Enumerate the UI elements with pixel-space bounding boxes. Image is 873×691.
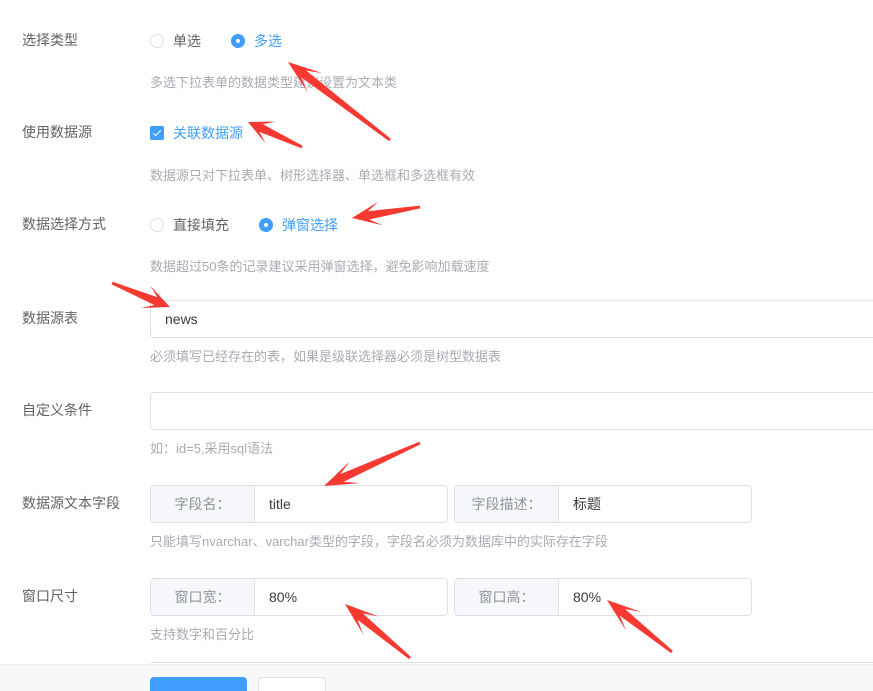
input-value: news bbox=[165, 311, 198, 327]
radio-group-select-mode[interactable]: 直接填充 弹窗选择 bbox=[150, 214, 873, 236]
hint-use-datasource: 数据源只对下拉表单、树形选择器、单选框和多选框有效 bbox=[150, 168, 476, 183]
content-select-type: 单选 多选 多选下拉表单的数据类型建议设置为文本类 bbox=[150, 30, 873, 92]
hint-select-mode: 数据超过50条的记录建议采用弹窗选择，避免影响加载速度 bbox=[150, 259, 490, 274]
checkbox-link-datasource[interactable]: 关联数据源 bbox=[150, 123, 243, 143]
hint-datasource-table: 必须填写已经存在的表，如果是级联选择器必须是树型数据表 bbox=[150, 349, 502, 364]
window-height-prepend-label: 窗口高： bbox=[455, 579, 559, 615]
checkbox-group-use-datasource[interactable]: 关联数据源 bbox=[150, 122, 873, 144]
content-select-mode: 直接填充 弹窗选择 数据超过50条的记录建议采用弹窗选择，避免影响加载速度 bbox=[150, 214, 873, 276]
field-desc-input[interactable]: 标题 bbox=[559, 486, 751, 522]
label-select-type: 选择类型 bbox=[22, 32, 78, 48]
hint-custom-condition: 如：id=5,采用sql语法 bbox=[150, 441, 274, 456]
settings-form-page: 选择类型 单选 多选 多选下拉表单的数据类型建议设置为文本类 使用数据源 关联数… bbox=[0, 0, 873, 691]
label-custom-condition: 自定义条件 bbox=[22, 402, 92, 418]
cancel-button[interactable] bbox=[258, 677, 326, 691]
radio-label: 多选 bbox=[254, 33, 282, 49]
window-width-input-group[interactable]: 窗口宽： 80% bbox=[150, 578, 448, 616]
radio-direct-fill[interactable]: 直接填充 bbox=[150, 215, 229, 235]
radio-circle-selected-icon bbox=[259, 218, 273, 232]
datasource-table-input[interactable]: news bbox=[150, 300, 873, 338]
radio-circle-selected-icon bbox=[231, 34, 245, 48]
label-use-datasource: 使用数据源 bbox=[22, 124, 92, 140]
content-custom-condition: 如：id=5,采用sql语法 bbox=[150, 392, 873, 458]
window-width-input[interactable]: 80% bbox=[255, 579, 447, 615]
label-window-size: 窗口尺寸 bbox=[22, 588, 78, 604]
radio-label: 弹窗选择 bbox=[282, 217, 338, 233]
hint-window-size: 支持数字和百分比 bbox=[150, 627, 255, 642]
radio-multi-select[interactable]: 多选 bbox=[231, 31, 282, 51]
text-field-input-pair: 字段名： title 字段描述： 标题 bbox=[150, 485, 873, 523]
field-name-input[interactable]: title bbox=[255, 486, 447, 522]
radio-popup-select[interactable]: 弹窗选择 bbox=[259, 215, 338, 235]
window-width-prepend-label: 窗口宽： bbox=[151, 579, 255, 615]
checkbox-label: 关联数据源 bbox=[173, 125, 243, 141]
window-size-input-pair: 窗口宽： 80% 窗口高： 80% bbox=[150, 578, 873, 616]
label-datasource-table: 数据源表 bbox=[22, 310, 78, 326]
field-desc-prepend-label: 字段描述： bbox=[455, 486, 559, 522]
input-value: 标题 bbox=[573, 496, 601, 512]
hint-select-type: 多选下拉表单的数据类型建议设置为文本类 bbox=[150, 75, 398, 90]
radio-circle-icon bbox=[150, 218, 164, 232]
window-height-input-group[interactable]: 窗口高： 80% bbox=[454, 578, 752, 616]
content-datasource-table: news 必须填写已经存在的表，如果是级联选择器必须是树型数据表 bbox=[150, 300, 873, 366]
input-value: 80% bbox=[573, 589, 602, 605]
checkmark-icon bbox=[150, 126, 164, 140]
custom-condition-input[interactable] bbox=[150, 392, 873, 430]
footer-bar bbox=[0, 664, 873, 691]
label-select-mode: 数据选择方式 bbox=[22, 216, 106, 232]
footer-actions bbox=[150, 677, 326, 691]
content-text-field: 字段名： title 字段描述： 标题 只能填写nvarchar、varchar… bbox=[150, 485, 873, 551]
input-value: 80% bbox=[269, 589, 298, 605]
window-height-input[interactable]: 80% bbox=[559, 579, 751, 615]
radio-label: 单选 bbox=[173, 33, 201, 49]
hint-text-field: 只能填写nvarchar、varchar类型的字段，字段名必须为数据库中的实际存… bbox=[150, 534, 608, 549]
radio-label: 直接填充 bbox=[173, 217, 229, 233]
radio-single-select[interactable]: 单选 bbox=[150, 31, 201, 51]
save-button[interactable] bbox=[150, 677, 247, 691]
field-desc-input-group[interactable]: 字段描述： 标题 bbox=[454, 485, 752, 523]
input-value: title bbox=[269, 496, 291, 512]
content-use-datasource: 关联数据源 数据源只对下拉表单、树形选择器、单选框和多选框有效 bbox=[150, 122, 873, 185]
field-name-prepend-label: 字段名： bbox=[151, 486, 255, 522]
label-text-field: 数据源文本字段 bbox=[22, 495, 120, 511]
field-name-input-group[interactable]: 字段名： title bbox=[150, 485, 448, 523]
radio-circle-icon bbox=[150, 34, 164, 48]
radio-group-select-type[interactable]: 单选 多选 bbox=[150, 30, 873, 52]
content-window-size: 窗口宽： 80% 窗口高： 80% 支持数字和百分比 bbox=[150, 578, 873, 644]
